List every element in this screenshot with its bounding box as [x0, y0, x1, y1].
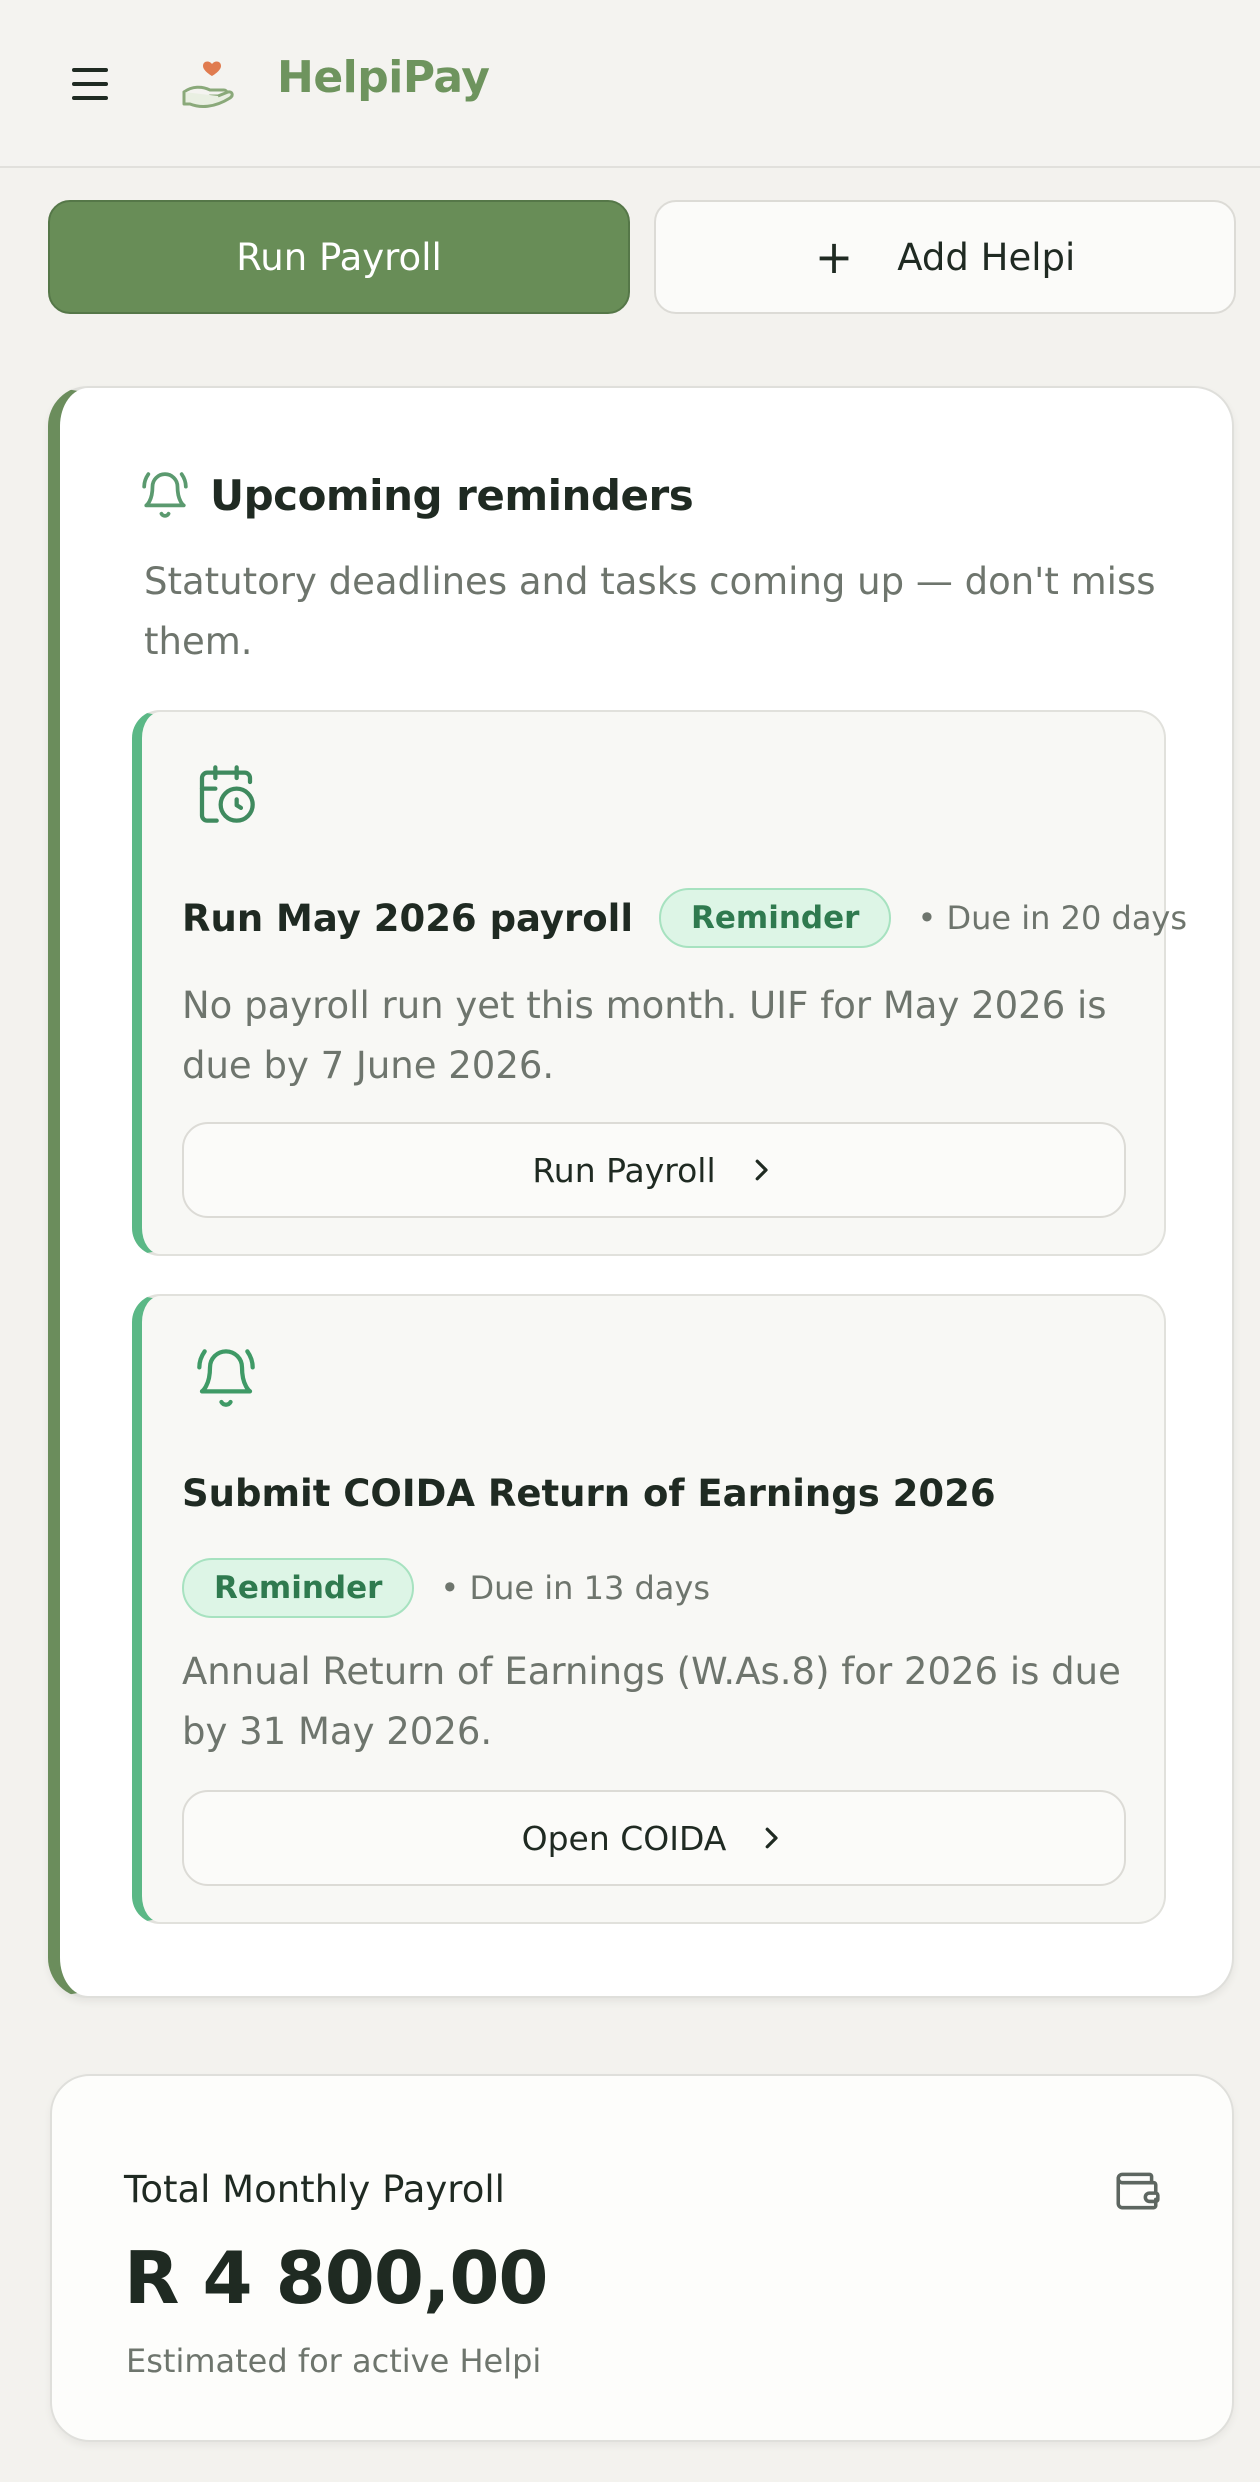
calendar-clock-icon	[199, 765, 255, 823]
brand-name: HelpiPay	[277, 52, 490, 103]
bell-icon	[142, 472, 188, 518]
total-monthly-payroll-card: Total Monthly Payroll R 4 800,00 Estimat…	[50, 2074, 1234, 2442]
due-label: • Due in 20 days	[917, 899, 1188, 937]
wallet-icon	[1116, 2172, 1160, 2210]
reminder-title: Run May 2026 payroll	[182, 896, 634, 940]
reminder-description: No payroll run yet this month. UIF for M…	[182, 984, 1107, 1087]
reminder-badge: Reminder	[659, 888, 892, 948]
plus-icon: +	[814, 230, 854, 284]
reminder-title-row: Run May 2026 payroll Reminder • Due in 2…	[182, 888, 1187, 948]
bell-icon	[197, 1349, 255, 1407]
hamburger-menu-icon[interactable]	[62, 60, 118, 108]
open-coida-button[interactable]: Open COIDA	[182, 1790, 1126, 1886]
run-payroll-reminder-button[interactable]: Run Payroll	[182, 1122, 1126, 1218]
reminder-action-label: Run Payroll	[532, 1150, 716, 1190]
reminder-meta-row: Reminder • Due in 13 days	[182, 1558, 1134, 1618]
reminders-description: Statutory deadlines and tasks coming up …	[144, 560, 1156, 663]
hand-heart-logo-icon	[182, 61, 234, 108]
reminder-item: Submit COIDA Return of Earnings 2026 Rem…	[132, 1294, 1166, 1924]
reminders-header: Upcoming reminders	[140, 470, 694, 520]
reminder-item: Run May 2026 payroll Reminder • Due in 2…	[132, 710, 1187, 1256]
total-payroll-value: R 4 800,00	[124, 2236, 549, 2320]
run-payroll-button[interactable]: Run Payroll	[48, 200, 630, 314]
add-helpi-button[interactable]: + Add Helpi	[654, 200, 1236, 314]
reminder-badge: Reminder	[182, 1558, 415, 1618]
due-label: • Due in 13 days	[440, 1569, 710, 1607]
reminder-action-label: Open COIDA	[521, 1818, 727, 1858]
reminder-description: Annual Return of Earnings (W.As.8) for 2…	[182, 1650, 1121, 1753]
chevron-right-icon	[755, 1159, 768, 1181]
top-app-bar: HelpiPay	[0, 0, 1260, 168]
reminders-title: Upcoming reminders	[210, 470, 694, 520]
total-payroll-label: Total Monthly Payroll	[124, 2168, 505, 2211]
upcoming-reminders-card: Upcoming reminders Statutory deadlines a…	[48, 386, 1234, 1998]
add-helpi-label: Add Helpi	[897, 235, 1076, 279]
reminder-title: Submit COIDA Return of Earnings 2026	[182, 1472, 996, 1515]
run-payroll-label: Run Payroll	[236, 235, 442, 279]
chevron-right-icon	[766, 1827, 779, 1849]
total-payroll-subtitle: Estimated for active Helpi	[126, 2342, 542, 2380]
